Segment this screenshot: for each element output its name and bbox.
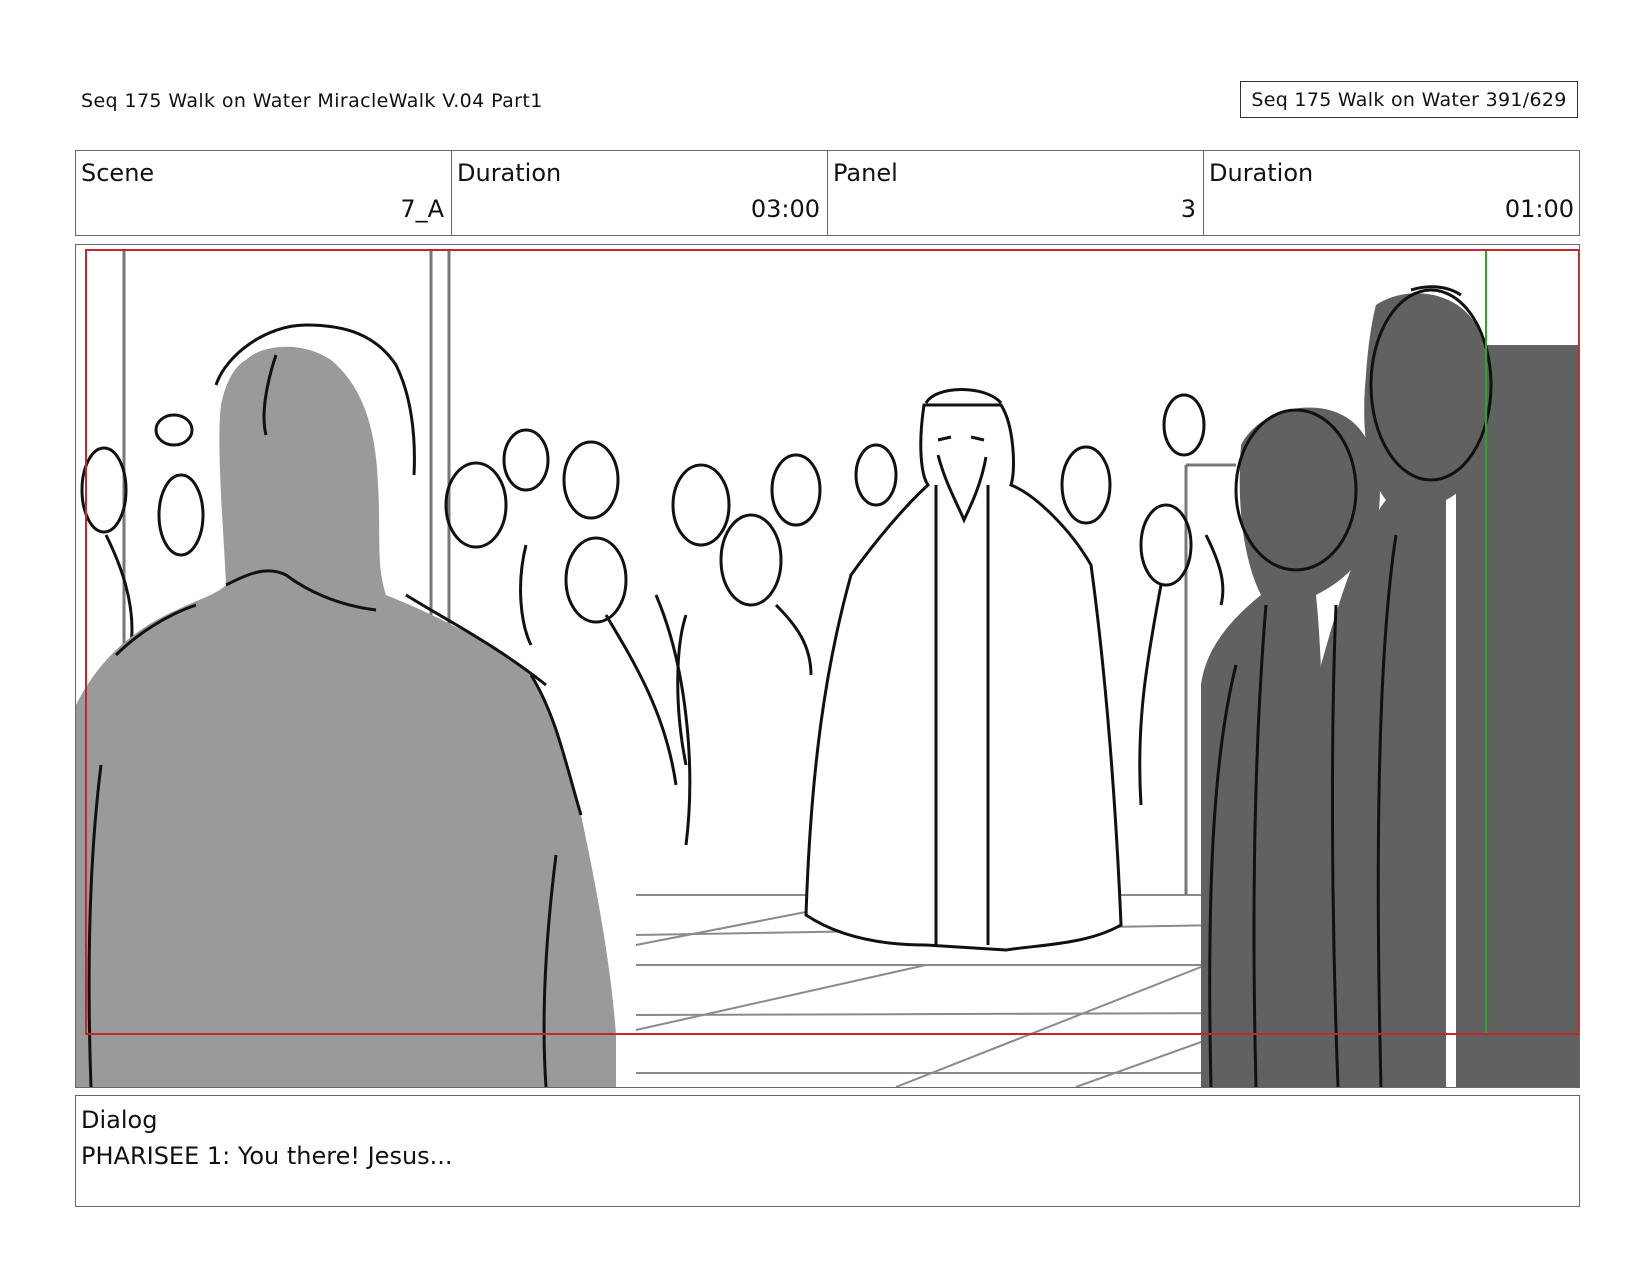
panel-duration-label: Duration: [1209, 159, 1314, 187]
foreground-figure-left: [76, 323, 616, 1087]
foreground-figure-right: [1201, 285, 1579, 1087]
scene-duration-value: 03:00: [750, 195, 820, 223]
panel-duration-value: 01:00: [1504, 195, 1574, 223]
pharisee-figure: [804, 388, 1123, 952]
panel-value: 3: [1180, 195, 1196, 223]
dialog-box: Dialog PHARISEE 1: You there! Jesus...: [75, 1095, 1580, 1207]
scene-duration-label: Duration: [457, 159, 562, 187]
storyboard-sketch: [76, 249, 1579, 1087]
scene-info-table: Scene 7_A Duration 03:00 Panel 3 Duratio…: [75, 150, 1580, 236]
panel-label: Panel: [833, 159, 898, 187]
scene-value: 7_A: [400, 195, 444, 223]
document-title: Seq 175 Walk on Water MiracleWalk V.04 P…: [81, 90, 543, 112]
page-counter: Seq 175 Walk on Water 391/629: [1240, 81, 1578, 118]
scene-cell: Scene 7_A: [76, 151, 452, 235]
panel-cell: Panel 3: [828, 151, 1204, 235]
storyboard-panel: [75, 244, 1580, 1088]
dialog-label: Dialog: [81, 1106, 158, 1134]
dialog-text: PHARISEE 1: You there! Jesus...: [81, 1142, 453, 1170]
panel-duration-cell: Duration 01:00: [1204, 151, 1581, 235]
scene-label: Scene: [81, 159, 155, 187]
scene-duration-cell: Duration 03:00: [452, 151, 828, 235]
